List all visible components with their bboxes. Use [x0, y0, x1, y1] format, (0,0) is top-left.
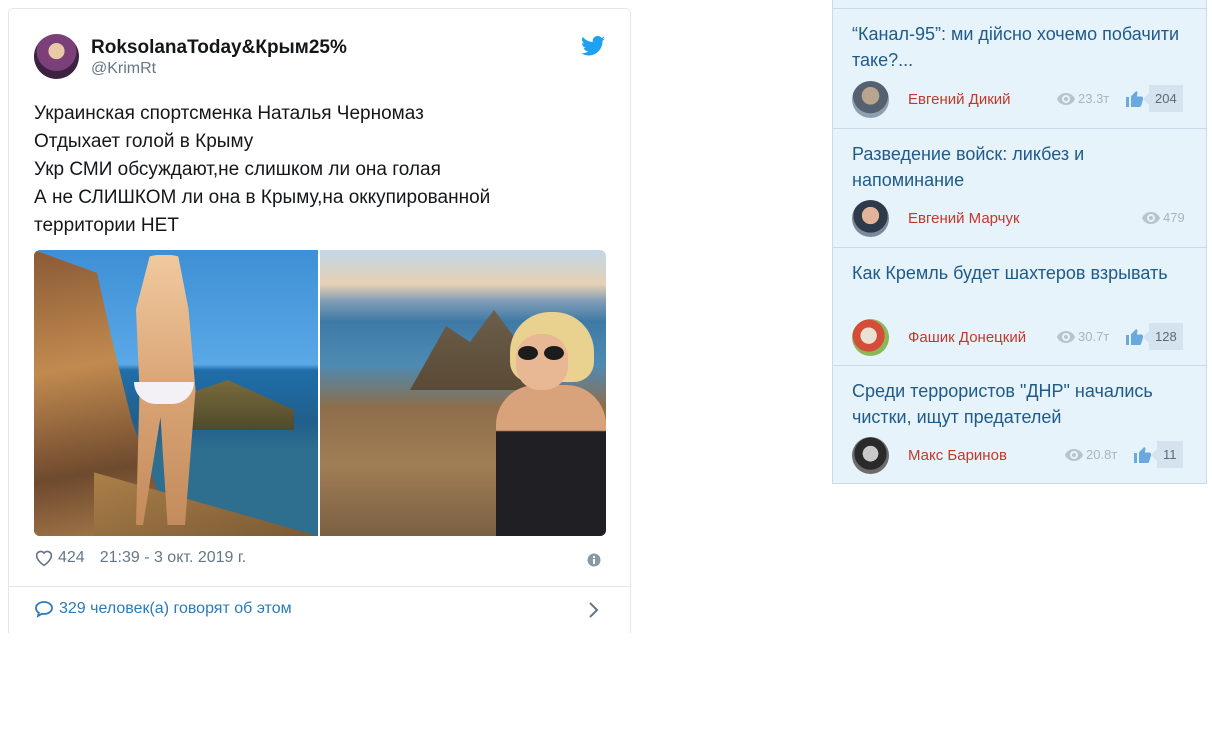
likes[interactable]: 204 [1126, 85, 1183, 112]
post-item[interactable]: Как Кремль будет шахтеров взрывать Фашик… [833, 247, 1206, 365]
views: 20.8т [1065, 447, 1117, 462]
views: 30.7т [1057, 329, 1109, 344]
post-item[interactable]: Разведение войск: ликбез и напоминание Е… [833, 128, 1206, 247]
author-avatar[interactable] [852, 81, 889, 118]
eye-icon [1057, 92, 1075, 105]
like-count[interactable]: 424 [58, 549, 85, 567]
tweet-line: Украинская спортсменка Наталья Черномаз [34, 103, 424, 124]
post-title[interactable]: “Канал-95”: ми дійсно хочемо побачити та… [852, 21, 1197, 73]
post-item[interactable]: “Канал-95”: ми дійсно хочемо побачити та… [833, 8, 1206, 128]
speech-bubble-icon [35, 601, 53, 618]
tweet-line: Отдыхает голой в Крыму [34, 131, 254, 152]
view-count: 479 [1163, 210, 1185, 225]
post-author[interactable]: Евгений Марчук [908, 210, 1020, 227]
tweet-line: территории НЕТ [34, 215, 179, 236]
author-avatar[interactable] [852, 437, 889, 474]
thumbs-up-icon [1126, 90, 1143, 107]
eye-icon [1065, 448, 1083, 461]
eye-icon [1057, 330, 1075, 343]
views: 23.3т [1057, 91, 1109, 106]
view-count: 20.8т [1086, 447, 1118, 462]
author-name[interactable]: RoksolanaToday&Крым25% [91, 37, 347, 59]
post-author[interactable]: Макс Баринов [908, 447, 1007, 464]
post-title[interactable]: Среди террористов "ДНР" начались чистки,… [852, 378, 1197, 430]
like-count: 128 [1143, 323, 1183, 350]
photo-left[interactable] [34, 250, 318, 536]
tweet-line: Укр СМИ обсуждают,не слишком ли она гола… [34, 159, 441, 180]
like-count: 204 [1143, 85, 1183, 112]
photo-right[interactable] [320, 250, 606, 536]
tweet-actions: 424 21:39 - 3 окт. 2019 г. [34, 549, 246, 567]
eye-icon [1142, 211, 1160, 224]
tweet-line: А не СЛИШКОМ ли она в Крыму,на оккупиров… [34, 187, 491, 208]
author-handle[interactable]: @KrimRt [91, 60, 156, 78]
like-count: 11 [1151, 441, 1183, 468]
likes[interactable]: 128 [1126, 323, 1183, 350]
conversation-text: 329 человек(а) говорят об этом [59, 600, 292, 617]
thumbs-up-icon [1134, 446, 1151, 463]
conversation-link[interactable]: 329 человек(а) говорят об этом [34, 600, 292, 618]
view-count: 23.3т [1078, 91, 1110, 106]
tweet-text: Украинская спортсменка Наталья Черномаз … [34, 100, 490, 240]
chevron-right-icon[interactable] [587, 601, 599, 619]
tweet-card: RoksolanaToday&Крым25% @KrimRt Украинска… [8, 8, 631, 633]
divider [9, 586, 630, 587]
tweet-timestamp[interactable]: 21:39 - 3 окт. 2019 г. [100, 549, 247, 567]
heart-icon[interactable] [34, 549, 54, 567]
author-avatar[interactable] [852, 200, 889, 237]
post-author[interactable]: Евгений Дикий [908, 91, 1011, 108]
post-author[interactable]: Фашик Донецкий [908, 329, 1026, 346]
tweet-media [34, 250, 606, 536]
thumbs-up-icon [1126, 328, 1143, 345]
twitter-bird-icon[interactable] [581, 36, 605, 56]
likes[interactable]: 11 [1134, 441, 1183, 468]
author-avatar[interactable] [852, 319, 889, 356]
author-avatar[interactable] [34, 34, 79, 79]
info-icon[interactable] [587, 553, 601, 567]
related-posts-sidebar: “Канал-95”: ми дійсно хочемо побачити та… [832, 0, 1207, 484]
view-count: 30.7т [1078, 329, 1110, 344]
post-title[interactable]: Как Кремль будет шахтеров взрывать [852, 260, 1197, 286]
views: 479 [1142, 210, 1185, 225]
post-item[interactable]: Среди террористов "ДНР" начались чистки,… [833, 365, 1206, 484]
post-title[interactable]: Разведение войск: ликбез и напоминание [852, 141, 1197, 193]
